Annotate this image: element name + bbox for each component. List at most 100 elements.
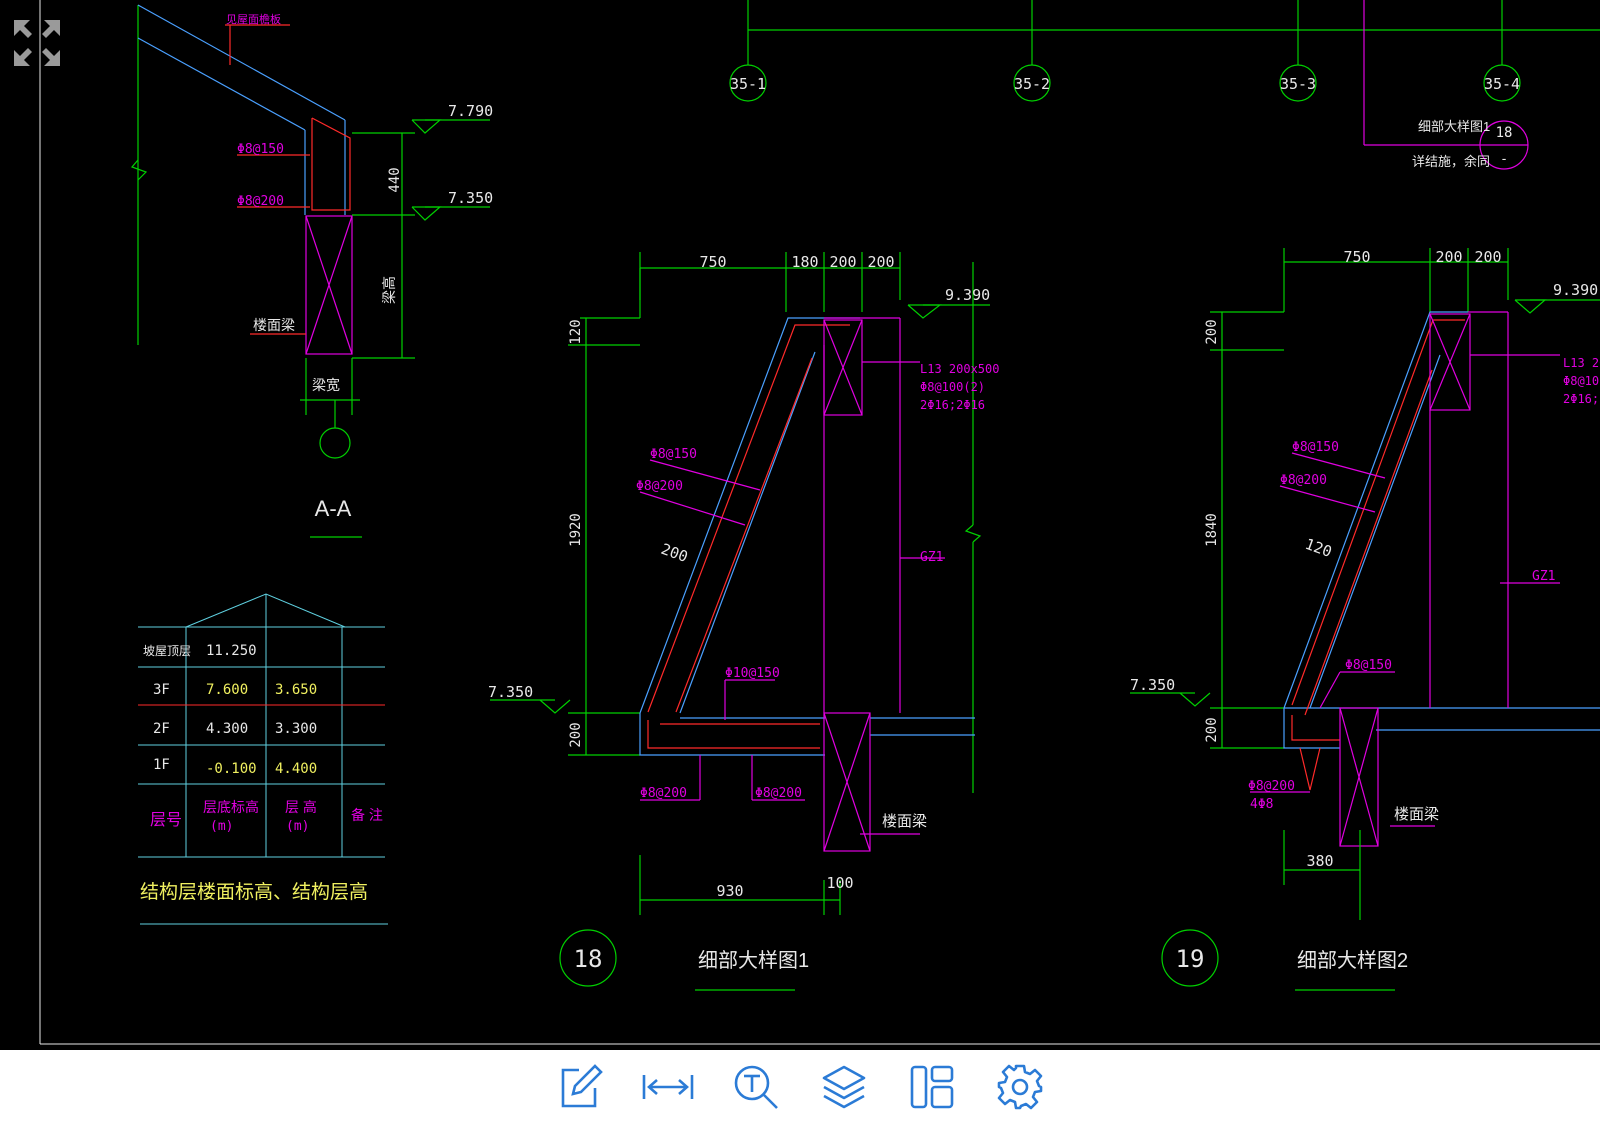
axis-label-35-4: 35-4	[1484, 75, 1520, 93]
d18-rebar-d: Φ8@200	[640, 786, 687, 801]
aa-title: A-A	[315, 496, 352, 521]
table-header-elev-1: 层底标高	[203, 799, 259, 815]
d19-dim-380: 380	[1306, 852, 1333, 870]
axis-label-35-3: 35-3	[1280, 75, 1316, 93]
d18-elev-top: 9.390	[945, 286, 990, 304]
d18-rebar-a: Φ8@150	[650, 447, 697, 462]
layout-icon	[910, 1065, 954, 1109]
table-elev-2: 4.300	[206, 721, 248, 737]
d18-title: 细部大样图1	[698, 949, 809, 972]
d19-rebar-b: Φ8@200	[1280, 473, 1327, 488]
d18-beam-label-2: Φ8@100(2)	[920, 380, 985, 394]
aa-top-note: 见屋面檐板	[226, 12, 281, 26]
d19-beam-label-1: L13 20	[1563, 356, 1600, 370]
d18-rebar-c: Φ10@150	[725, 666, 780, 681]
d18-rebar-b: Φ8@200	[636, 479, 683, 494]
edit-tool-button[interactable]	[550, 1057, 610, 1117]
callout-title: 细部大样图1	[1418, 119, 1490, 134]
table-floor-1: 3F	[153, 682, 170, 698]
table-caption: 结构层楼面标高、结构层高	[140, 881, 368, 903]
table-header-height-1: 层 高	[285, 799, 317, 815]
d18-number: 18	[574, 945, 603, 973]
d19-beam-label-3: 2Φ16;2	[1563, 392, 1600, 406]
section-aa	[130, 4, 490, 538]
measure-arrows-icon	[642, 1075, 694, 1099]
layers-icon	[822, 1065, 866, 1109]
detail-18-drawing	[490, 252, 990, 991]
callout-number: 18	[1496, 125, 1513, 141]
d18-dim-120: 120	[568, 319, 584, 344]
table-elev-0: 11.250	[206, 643, 257, 659]
d18-elev-left: 7.350	[488, 683, 533, 701]
pencil-icon	[561, 1064, 603, 1108]
d19-number: 19	[1176, 945, 1205, 973]
table-height-2: 3.300	[275, 721, 317, 737]
layout-button[interactable]	[902, 1057, 962, 1117]
d19-title: 细部大样图2	[1297, 949, 1408, 972]
gear-icon	[997, 1064, 1043, 1110]
d19-floor-beam: 楼面梁	[1394, 806, 1439, 823]
aa-elev-top: 7.790	[448, 102, 493, 120]
d18-dim-930: 930	[716, 882, 743, 900]
callout-note: 详结施，余同	[1412, 154, 1490, 169]
d19-dim-200b: 200	[1474, 248, 1501, 266]
text-search-icon	[734, 1065, 778, 1109]
detail-19-drawing	[1130, 248, 1600, 991]
d19-dim-1840: 1840	[1204, 513, 1220, 547]
d18-thickness: 200	[659, 540, 691, 566]
cad-drawing-canvas[interactable]: 35-1 35-2 35-3 35-4 细部大样图1 详结施，余同 18 - 见…	[0, 0, 1600, 1050]
layers-button[interactable]	[814, 1057, 874, 1117]
table-height-3: 4.400	[275, 761, 317, 777]
d19-column: GZ1	[1532, 569, 1555, 584]
d18-dim-1920: 1920	[568, 513, 584, 547]
d18-column: GZ1	[920, 550, 943, 565]
axis-label-35-2: 35-2	[1014, 75, 1050, 93]
aa-beam-height: 梁高	[381, 276, 397, 304]
d19-rebar-e: 4Φ8	[1250, 797, 1273, 812]
d19-dim-200a-v: 200	[1204, 319, 1220, 344]
d19-elev-top: 9.390	[1553, 281, 1598, 299]
fullscreen-toggle-button[interactable]	[10, 16, 64, 70]
text-search-button[interactable]	[726, 1057, 786, 1117]
d18-dim-100: 100	[826, 874, 853, 892]
measure-tool-button[interactable]	[638, 1057, 698, 1117]
d19-rebar-a: Φ8@150	[1292, 440, 1339, 455]
d19-rebar-d: Φ8@200	[1248, 779, 1295, 794]
bottom-toolbar	[0, 1050, 1600, 1124]
settings-button[interactable]	[990, 1057, 1050, 1117]
table-elev-3: -0.100	[206, 761, 257, 777]
d19-dim-750: 750	[1343, 248, 1370, 266]
d19-elev-left: 7.350	[1130, 676, 1175, 694]
d19-dim-200b-v: 200	[1204, 717, 1220, 742]
aa-elev-mid: 7.350	[448, 189, 493, 207]
d18-dim-200b: 200	[867, 253, 894, 271]
aa-dim-440: 440	[387, 167, 403, 192]
d19-beam-label-2: Φ8@10	[1563, 374, 1599, 388]
table-header-elev-2: (m)	[210, 819, 233, 834]
d18-floor-beam: 楼面梁	[882, 813, 927, 830]
aa-beam-width: 梁宽	[312, 377, 340, 393]
d18-dim-200a: 200	[829, 253, 856, 271]
d18-dim-200: 200	[568, 722, 584, 747]
axis-label-35-1: 35-1	[730, 75, 766, 93]
d18-beam-label-3: 2Φ16;2Φ16	[920, 398, 985, 412]
d18-dim-750: 750	[699, 253, 726, 271]
table-header-note: 备 注	[351, 807, 383, 823]
table-header-floor: 层号	[150, 811, 182, 829]
d19-dim-200a: 200	[1435, 248, 1462, 266]
d19-rebar-c: Φ8@150	[1345, 658, 1392, 673]
d18-rebar-e: Φ8@200	[755, 786, 802, 801]
aa-rebar-2: Φ8@200	[237, 194, 284, 209]
table-floor-3: 1F	[153, 757, 170, 773]
axis-lines	[729, 0, 1600, 102]
expand-icon	[14, 20, 60, 66]
table-height-1: 3.650	[275, 682, 317, 698]
aa-floor-beam: 楼面梁	[253, 317, 295, 333]
table-floor-2: 2F	[153, 721, 170, 737]
table-elev-1: 7.600	[206, 682, 248, 698]
d19-thickness: 120	[1303, 535, 1335, 561]
cad-drawing: 35-1 35-2 35-3 35-4 细部大样图1 详结施，余同 18 - 见…	[39, 0, 1600, 1045]
d18-beam-label-1: L13 200x500	[920, 362, 999, 376]
d18-dim-180: 180	[791, 253, 818, 271]
table-floor-0: 坡屋顶层	[143, 644, 191, 658]
